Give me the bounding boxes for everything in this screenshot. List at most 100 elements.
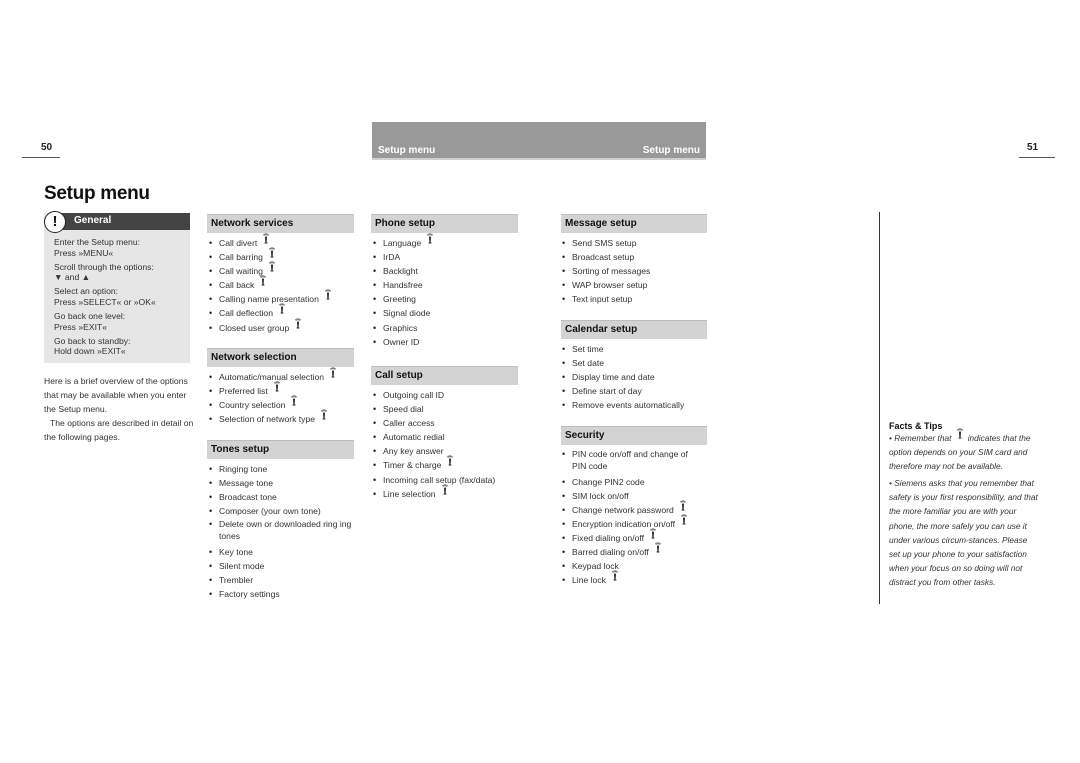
list-item: Caller access	[373, 416, 533, 430]
page-title: Setup menu	[44, 183, 150, 204]
facts-tip-1: • Remember that indicates that the optio…	[889, 428, 1039, 473]
list-item: Preferred list	[209, 381, 359, 398]
list-item: Text input setup	[562, 292, 712, 306]
list-item-text: Set date	[572, 358, 605, 369]
list-item-text: Fixed dialing on/off	[572, 532, 644, 543]
sim-dependent-icon	[267, 260, 277, 272]
list-item: Set time	[562, 342, 712, 356]
list-item-text: Line selection	[383, 488, 436, 499]
list-item-text: Define start of day	[572, 386, 642, 397]
list-item-text: Delete own or downloaded ring ing tones	[219, 519, 352, 541]
list-item-text: Caller access	[383, 418, 435, 429]
page-number-right: 51	[1027, 142, 1039, 153]
sim-dependent-icon	[293, 317, 303, 329]
sim-dependent-icon	[323, 288, 333, 300]
list-item: Fixed dialing on/off	[562, 528, 702, 545]
sim-dependent-icon	[648, 527, 658, 539]
list-item-text: Backlight	[383, 266, 418, 277]
list-tones-setup: Ringing tone Message tone Broadcast tone Co…	[209, 462, 354, 601]
list-item: Send SMS setup	[562, 236, 712, 250]
list-item-text: Call waiting	[219, 266, 263, 277]
sim-dependent-icon	[445, 454, 455, 466]
list-item: Incoming call setup (fax/data)	[373, 473, 533, 487]
list-item-text: IrDA	[383, 252, 401, 263]
sim-dependent-icon	[955, 427, 965, 439]
list-item-text: Owner ID	[383, 336, 420, 347]
sim-dependent-icon	[653, 541, 663, 553]
general-step: Go back to standby: Hold down »EXIT«	[54, 335, 131, 357]
section-heading-phone-setup: Phone setup	[371, 214, 518, 233]
list-item-text: Broadcast tone	[219, 492, 277, 503]
list-item: Ringing tone	[209, 462, 354, 476]
running-header-bar: Setup menu Setup menu	[372, 122, 706, 160]
general-step: Select an option: Press »SELECT« or »OK«	[54, 286, 156, 307]
general-step: Scroll through the options: ▼ and ▲	[54, 262, 186, 283]
general-steps: Enter the Setup menu: Press »MENU« Scroll…	[54, 237, 186, 360]
list-item: Key tone	[209, 545, 354, 559]
list-item: Call barring	[209, 247, 359, 264]
list-calendar-setup: Set time Set date Display time and date Def…	[562, 342, 712, 413]
sim-dependent-icon	[679, 513, 689, 525]
list-item: Call divert	[209, 233, 359, 250]
list-item-text: Message tone	[219, 478, 273, 489]
list-item-text: Text input setup	[572, 294, 633, 305]
list-item: Composer (your own tone)	[209, 504, 354, 518]
list-item: Define start of day	[562, 384, 712, 398]
list-item: Set date	[562, 356, 712, 370]
intro-paragraph-1: Here is a brief overview of the options …	[44, 376, 188, 414]
running-header-right: Setup menu	[642, 145, 700, 156]
list-item-text: Signal diode	[383, 308, 431, 319]
intro-text: Here is a brief overview of the options …	[44, 374, 194, 444]
list-item-text: Trembler	[219, 575, 254, 586]
list-item: Line selection	[373, 484, 533, 501]
list-item: Call back	[209, 275, 359, 292]
sim-dependent-icon	[272, 380, 282, 392]
list-message-setup: Send SMS setup Broadcast setup Sorting of …	[562, 236, 712, 307]
list-item-text: Remove events automatically	[572, 400, 685, 411]
list-item: Selection of network type	[209, 409, 359, 426]
list-network-selection: Automatic/manual selection Preferred list…	[209, 367, 359, 426]
list-item-text: Country selection	[219, 400, 286, 411]
list-item-text: Change network password	[572, 504, 674, 515]
section-heading-message-setup: Message setup	[561, 214, 707, 233]
section-heading-tones-setup: Tones setup	[207, 440, 354, 459]
sim-dependent-icon	[289, 394, 299, 406]
list-item: Signal diode	[373, 306, 523, 320]
list-item-text: Call divert	[219, 238, 258, 248]
list-item: Closed user group	[209, 317, 359, 335]
list-item: Sorting of messages	[562, 264, 712, 278]
running-header-left: Setup menu	[378, 145, 436, 156]
page-number-rule-right	[1019, 157, 1055, 158]
list-item-text: Send SMS setup	[572, 238, 637, 248]
list-item-text: Barred dialing on/off	[572, 547, 649, 558]
sim-dependent-icon	[440, 483, 450, 495]
exclamation-icon: !	[44, 211, 66, 233]
list-item-text: Encryption indication on/off	[572, 518, 676, 529]
general-box: General ! Enter the Setup menu: Press »ME…	[44, 211, 190, 363]
list-item-text: Set time	[572, 344, 604, 354]
list-item-text: Preferred list	[219, 386, 268, 397]
list-item: Broadcast tone	[209, 490, 354, 504]
list-item-text: SIM lock on/off	[572, 490, 629, 501]
list-item: Language	[373, 233, 523, 250]
list-call-setup: Outgoing call ID Speed dial Caller access A…	[373, 388, 533, 501]
list-item-text: Call barring	[219, 252, 263, 263]
list-item: Automatic/manual selection	[209, 367, 359, 384]
list-item: Silent mode	[209, 559, 354, 573]
list-item-text: Closed user group	[219, 322, 290, 333]
section-heading-security: Security	[561, 426, 707, 445]
list-item: Factory settings	[209, 587, 354, 601]
list-item: Delete own or downloaded ring ing tones	[209, 519, 354, 542]
sim-dependent-icon	[277, 302, 287, 314]
list-item-text: WAP browser setup	[572, 280, 648, 291]
sim-dependent-icon	[610, 569, 620, 581]
section-heading-network-services: Network services	[207, 214, 354, 233]
section-heading-calendar-setup: Calendar setup	[561, 320, 707, 339]
list-item-text: Factory settings	[219, 589, 280, 600]
list-item-text: PIN code on/off and change of PIN code	[572, 449, 688, 471]
list-item: Barred dialing on/off	[562, 542, 702, 559]
list-item: Greeting	[373, 292, 523, 306]
list-item-text: Language	[383, 238, 422, 248]
list-item: Handsfree	[373, 278, 523, 292]
list-item: Outgoing call ID	[373, 388, 533, 402]
